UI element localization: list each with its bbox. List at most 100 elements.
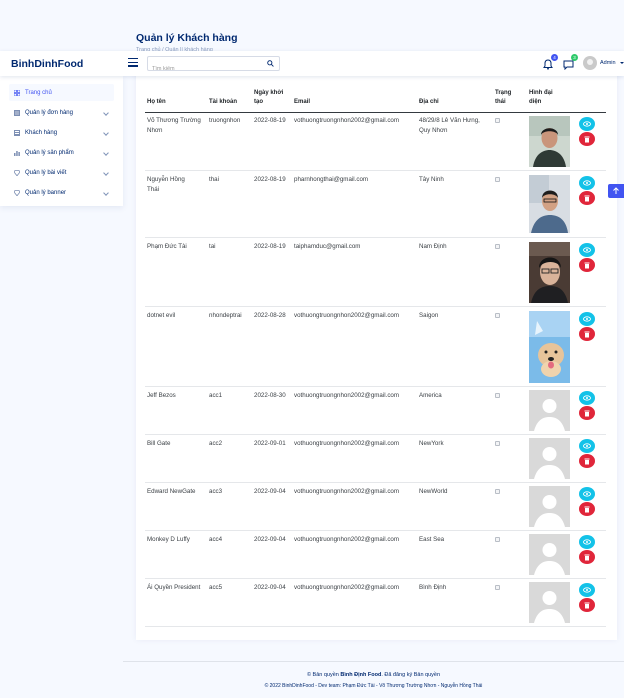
- view-button[interactable]: [579, 535, 595, 549]
- trash-icon: [584, 602, 590, 609]
- default-avatar-icon: [529, 582, 570, 623]
- delete-button[interactable]: [579, 550, 595, 564]
- cell-name: dotnet evil: [147, 312, 176, 319]
- page-heading: Quản lý Khách hàng Trang chủ / Quản lí k…: [136, 32, 238, 53]
- search-input[interactable]: [148, 62, 258, 76]
- cell-address: East Sea: [419, 536, 445, 543]
- avatar-photo: [529, 116, 570, 167]
- footer-brand: Bình Định Food: [340, 672, 382, 678]
- sidebar-item-posts[interactable]: Quản lý bài viết: [9, 164, 114, 181]
- status-checkbox[interactable]: [495, 244, 500, 249]
- cell-address: Nam Định: [419, 243, 447, 250]
- cell-name: Jeff Bezos: [147, 392, 176, 399]
- status-checkbox[interactable]: [495, 118, 500, 123]
- trash-icon: [584, 262, 590, 269]
- search-bar: [147, 56, 280, 76]
- cell-address: America: [419, 392, 442, 399]
- delete-button[interactable]: [579, 598, 595, 612]
- delete-button[interactable]: [579, 502, 595, 516]
- copyright-prefix: © Bản quyền: [306, 672, 341, 678]
- sidebar-item-customers[interactable]: Khách hàng: [9, 124, 114, 141]
- chevron-down-icon: [103, 170, 109, 176]
- back-to-top-button[interactable]: [608, 184, 624, 198]
- cell-name: Edward NewGate: [147, 488, 196, 495]
- cell-address: Bình Định: [419, 584, 447, 591]
- cell-account: acc1: [209, 392, 223, 399]
- view-button[interactable]: [579, 391, 595, 405]
- cell-email: vothuongtruongnhon2002@gmail.com: [294, 536, 400, 543]
- delete-button[interactable]: [579, 406, 595, 420]
- column-header-created: Ngày khởi tạo: [254, 90, 284, 105]
- row-divider: [145, 482, 606, 483]
- cell-address: Saigon: [419, 312, 439, 319]
- default-avatar-icon: [529, 390, 570, 431]
- row-divider: [145, 626, 606, 627]
- chevron-down-icon: [103, 130, 109, 136]
- row-divider: [145, 170, 606, 171]
- status-checkbox[interactable]: [495, 537, 500, 542]
- eye-icon: [583, 443, 591, 449]
- status-checkbox[interactable]: [495, 313, 500, 318]
- status-checkbox[interactable]: [495, 177, 500, 182]
- eye-icon: [583, 180, 591, 186]
- column-header-avatar: Hình đại diện: [529, 90, 553, 105]
- hamburger-icon[interactable]: [128, 58, 138, 67]
- view-button[interactable]: [579, 176, 595, 190]
- logo[interactable]: BinhDinhFood: [11, 58, 83, 70]
- status-checkbox[interactable]: [495, 393, 500, 398]
- row-divider: [145, 434, 606, 435]
- view-button[interactable]: [579, 487, 595, 501]
- status-checkbox[interactable]: [495, 489, 500, 494]
- delete-button[interactable]: [579, 191, 595, 205]
- cell-account: nhondeptrai: [209, 312, 242, 319]
- sidebar-item-orders[interactable]: Quản lý đơn hàng: [9, 104, 114, 121]
- delete-button[interactable]: [579, 258, 595, 272]
- notifications-badge: 4: [551, 54, 558, 61]
- search-icon[interactable]: [267, 60, 274, 67]
- eye-icon: [583, 316, 591, 322]
- user-name[interactable]: Admin: [600, 60, 616, 66]
- view-button[interactable]: [579, 439, 595, 453]
- chevron-down-icon[interactable]: [620, 62, 624, 64]
- cell-address: NewWorld: [419, 488, 448, 495]
- view-button[interactable]: [579, 312, 595, 326]
- cell-created: 2022-09-04: [254, 536, 286, 543]
- cell-email: vothuongtruongnhon2002@gmail.com: [294, 312, 400, 319]
- default-avatar-icon: [529, 486, 570, 527]
- avatar[interactable]: [583, 56, 597, 70]
- cell-created: 2022-08-19: [254, 243, 286, 250]
- sidebar-item-banner[interactable]: Quản lý banner: [9, 184, 114, 201]
- eye-icon: [583, 539, 591, 545]
- view-button[interactable]: [579, 583, 595, 597]
- status-checkbox[interactable]: [495, 441, 500, 446]
- cell-created: 2022-09-04: [254, 488, 286, 495]
- customers-icon: [14, 130, 20, 136]
- sidebar-item-products[interactable]: Quản lý sản phẩm: [9, 144, 114, 161]
- column-header-address: Địa chỉ: [419, 99, 439, 105]
- view-button[interactable]: [579, 117, 595, 131]
- delete-button[interactable]: [579, 454, 595, 468]
- eye-icon: [583, 121, 591, 127]
- top-header: BinhDinhFood 4 3 Admin: [0, 51, 624, 76]
- delete-button[interactable]: [579, 132, 595, 146]
- trash-icon: [584, 554, 590, 561]
- trash-icon: [584, 410, 590, 417]
- row-divider: [145, 237, 606, 238]
- cell-email: vothuongtruongnhon2002@gmail.com: [294, 117, 400, 124]
- delete-button[interactable]: [579, 327, 595, 341]
- avatar-photo: [529, 311, 570, 383]
- view-button[interactable]: [579, 243, 595, 257]
- bell-icon[interactable]: 4: [543, 54, 558, 70]
- status-checkbox[interactable]: [495, 585, 500, 590]
- trash-icon: [584, 195, 590, 202]
- cell-account: acc2: [209, 440, 223, 447]
- chat-icon[interactable]: 3: [563, 54, 578, 71]
- chevron-down-icon: [103, 110, 109, 116]
- cell-name: Bill Gate: [147, 440, 171, 447]
- sidebar-item-dashboard[interactable]: Trang chủ: [9, 84, 114, 101]
- cell-email: taiphamduc@gmail.com: [294, 243, 361, 250]
- cell-created: 2022-08-30: [254, 392, 286, 399]
- cell-account: acc4: [209, 536, 223, 543]
- cell-name: Ái Quyền President: [147, 584, 201, 591]
- trash-icon: [584, 331, 590, 338]
